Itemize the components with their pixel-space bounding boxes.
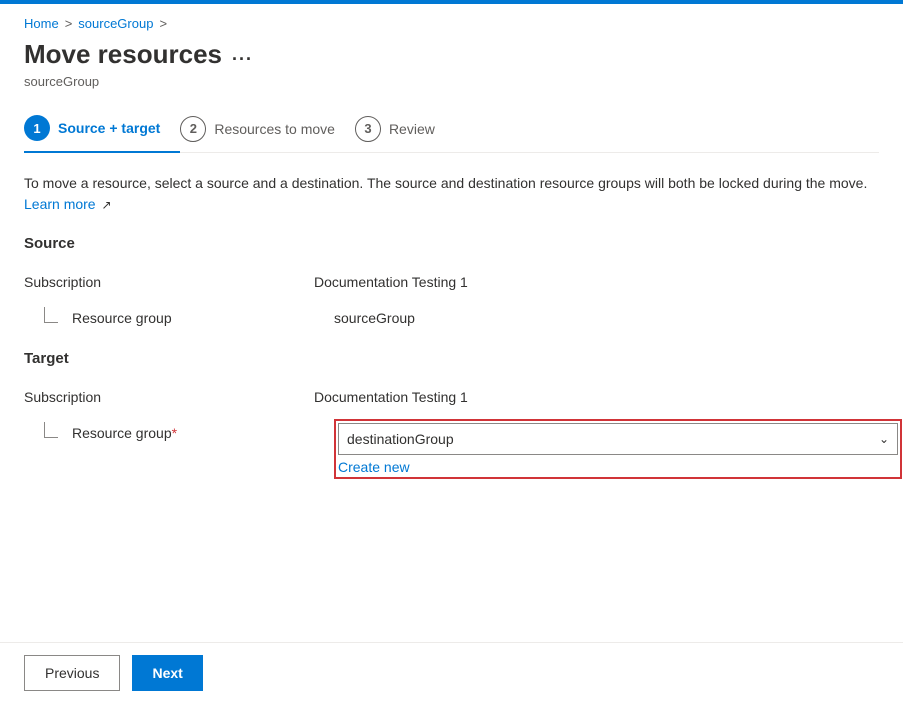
target-resource-group-label-wrapper: Resource group* <box>44 419 334 441</box>
source-resource-group-value: sourceGroup <box>334 304 415 326</box>
target-subscription-row: Subscription Documentation Testing 1 <box>24 383 879 405</box>
breadcrumb: Home > sourceGroup > <box>24 16 879 31</box>
learn-more-link[interactable]: Learn more <box>24 196 96 212</box>
target-subscription-label: Subscription <box>24 383 314 405</box>
footer: Previous Next <box>0 642 903 703</box>
source-header: Source <box>24 235 879 252</box>
step-1[interactable]: 1 Source + target <box>24 105 180 153</box>
target-section: Target Subscription Documentation Testin… <box>24 350 879 479</box>
description-text: To move a resource, select a source and … <box>24 175 867 191</box>
target-resource-group-label: Resource group* <box>72 425 177 441</box>
page-title-row: Move resources ... <box>24 39 879 70</box>
description: To move a resource, select a source and … <box>24 173 879 215</box>
source-subscription-value: Documentation Testing 1 <box>314 268 468 290</box>
source-resource-group-row: Resource group sourceGroup <box>24 304 879 326</box>
page-subtitle: sourceGroup <box>24 74 879 89</box>
step-2[interactable]: 2 Resources to move <box>180 106 355 152</box>
target-tree-line <box>44 422 58 438</box>
step-1-circle: 1 <box>24 115 50 141</box>
chevron-down-icon: ⌄ <box>879 432 889 446</box>
target-header: Target <box>24 350 879 367</box>
breadcrumb-sep1: > <box>65 16 73 31</box>
create-new-link[interactable]: Create new <box>338 459 898 475</box>
source-subscription-label: Subscription <box>24 268 314 290</box>
source-tree-line <box>44 307 58 323</box>
step-1-label: Source + target <box>58 120 160 136</box>
external-link-icon: ↗ <box>101 198 111 212</box>
previous-button[interactable]: Previous <box>24 655 120 691</box>
page-title-text: Move resources <box>24 39 222 70</box>
step-2-circle: 2 <box>180 116 206 142</box>
step-2-label: Resources to move <box>214 121 335 137</box>
source-section: Source Subscription Documentation Testin… <box>24 235 879 326</box>
required-star: * <box>172 425 177 441</box>
breadcrumb-sep2: > <box>159 16 167 31</box>
source-resource-group-label: Resource group <box>72 310 172 326</box>
target-subscription-value: Documentation Testing 1 <box>314 383 468 405</box>
resource-group-dropdown[interactable]: destinationGroup ⌄ <box>338 423 898 455</box>
ellipsis-menu[interactable]: ... <box>232 44 253 65</box>
step-3-label: Review <box>389 121 435 137</box>
resource-group-dropdown-wrapper: destinationGroup ⌄ Create new <box>338 423 898 475</box>
next-button[interactable]: Next <box>132 655 202 691</box>
step-3[interactable]: 3 Review <box>355 106 455 152</box>
breadcrumb-source-group[interactable]: sourceGroup <box>78 16 153 31</box>
breadcrumb-home[interactable]: Home <box>24 16 59 31</box>
source-resource-group-label-wrapper: Resource group <box>44 304 334 326</box>
wizard-steps: 1 Source + target 2 Resources to move 3 … <box>24 105 879 153</box>
source-subscription-row: Subscription Documentation Testing 1 <box>24 268 879 290</box>
target-resource-group-row: Resource group* destinationGroup ⌄ Creat… <box>24 419 879 479</box>
resource-group-dropdown-value: destinationGroup <box>347 431 879 447</box>
resource-group-dropdown-highlight: destinationGroup ⌄ Create new <box>334 419 902 479</box>
step-3-circle: 3 <box>355 116 381 142</box>
